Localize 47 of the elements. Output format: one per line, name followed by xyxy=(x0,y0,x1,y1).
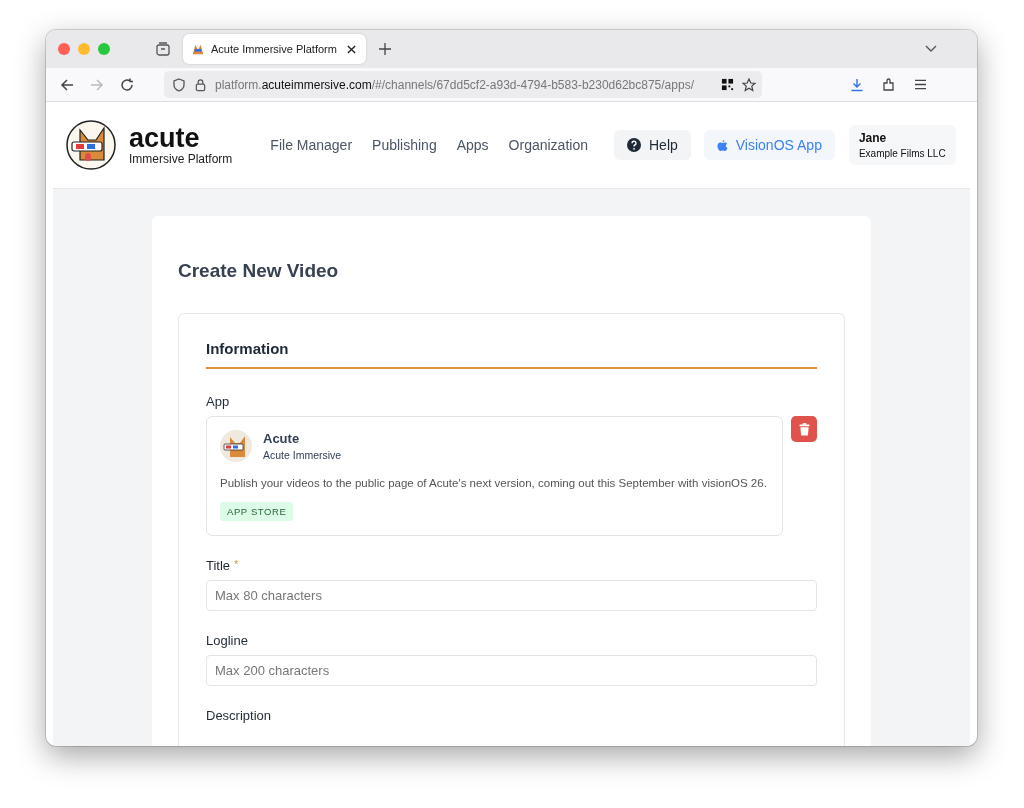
help-button[interactable]: Help xyxy=(614,130,691,160)
star-icon[interactable] xyxy=(742,77,756,92)
menu-icon[interactable] xyxy=(914,79,927,90)
apple-icon xyxy=(716,138,728,152)
app-description: Publish your videos to the public page of Acute's next version, coming out this September with visionOS 26. xyxy=(220,476,768,491)
field-label: Description xyxy=(206,708,272,723)
field-label: Title xyxy=(206,558,231,573)
field-label: App xyxy=(206,394,231,409)
fox-app-icon xyxy=(220,430,252,462)
app-publisher: Acute Immersive xyxy=(263,449,342,461)
address-bar[interactable]: platform.acuteimmersive.com/#/channels/67dd5cf2-a93d-4794-b583-b230d62bc875/apps/ xyxy=(164,71,762,98)
user-account-panel[interactable]: Jane Example Films LLC xyxy=(848,125,956,165)
fox-favicon-icon xyxy=(191,42,205,56)
trash-icon xyxy=(798,422,810,436)
app-store-tag: APP STORE xyxy=(220,502,294,521)
visionos-app-button[interactable]: VisionOS App xyxy=(703,130,835,160)
tab-list-chevron-icon[interactable] xyxy=(925,45,937,53)
nav-link[interactable]: File Manager xyxy=(270,137,353,153)
back-arrow-icon[interactable] xyxy=(60,77,74,92)
lock-icon xyxy=(194,77,207,92)
brand-name: acute xyxy=(129,124,201,152)
download-icon[interactable] xyxy=(850,77,864,92)
organization-name: Example Films LLC xyxy=(858,148,946,159)
required-mark: * xyxy=(234,558,239,572)
shield-icon xyxy=(172,77,186,92)
tab-overview-icon[interactable] xyxy=(155,41,171,57)
page-title: Create New Video xyxy=(178,260,340,282)
nav-link[interactable]: Organization xyxy=(508,137,588,153)
brand-tagline: Immersive Platform xyxy=(129,152,233,166)
reload-icon[interactable] xyxy=(120,77,134,92)
app-name: Acute xyxy=(263,431,301,446)
question-circle-icon xyxy=(627,138,641,152)
field-label: Logline xyxy=(206,633,248,648)
url-text: platform.acuteimmersive.com/#/channels/67dd5cf2-a93d-4794-b583-b230d62bc875/apps/ xyxy=(215,77,695,92)
user-name: Jane xyxy=(858,131,888,145)
qr-code-icon[interactable] xyxy=(721,78,734,91)
close-tab-icon[interactable] xyxy=(347,44,356,54)
new-tab-icon[interactable] xyxy=(379,43,391,55)
nav-link[interactable]: Publishing xyxy=(372,137,437,153)
extensions-icon[interactable] xyxy=(882,77,896,92)
nav-link[interactable]: Apps xyxy=(456,137,489,153)
delete-button[interactable] xyxy=(791,416,817,442)
section-title: Information xyxy=(206,340,290,357)
text-input-field[interactable]: Max 80 characters xyxy=(206,580,817,611)
text-input-field[interactable]: Max 200 characters xyxy=(206,655,817,686)
browser-tab[interactable]: Acute Immersive Platform xyxy=(183,34,366,64)
fox-logo-icon[interactable] xyxy=(66,120,116,170)
